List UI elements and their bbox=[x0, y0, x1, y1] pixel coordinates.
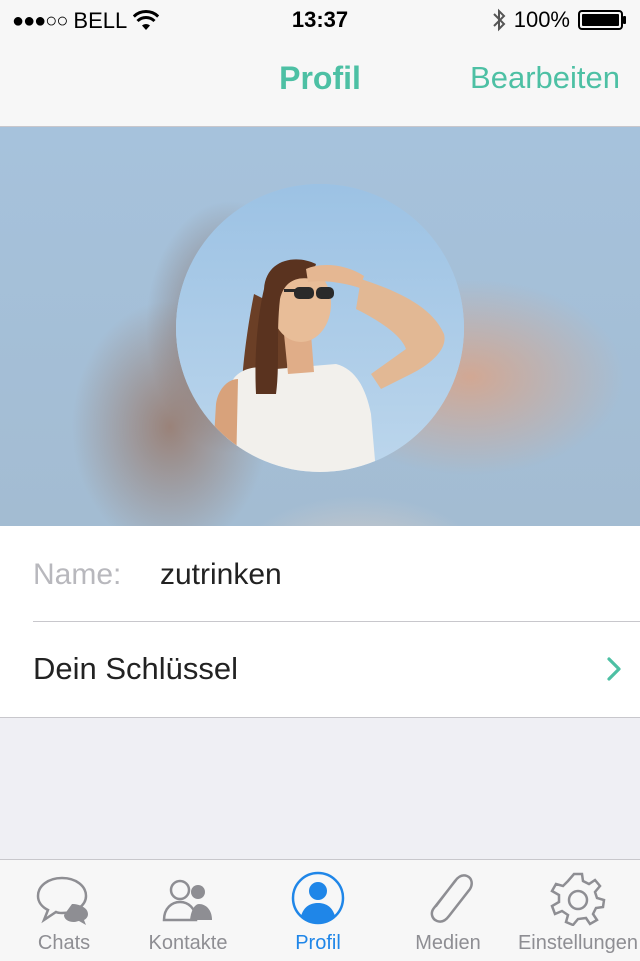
battery-percentage: 100% bbox=[513, 7, 570, 32]
tab-contacts[interactable]: Kontakte bbox=[124, 860, 252, 961]
edit-button[interactable]: Bearbeiten bbox=[470, 60, 620, 96]
profile-header-background bbox=[0, 127, 640, 526]
profile-info-list: Name: zutrinken Dein Schlüssel bbox=[0, 526, 640, 718]
name-label: Name: bbox=[33, 558, 122, 591]
tab-label-profile: Profil bbox=[295, 932, 341, 954]
navigation-bar: Profil Bearbeiten bbox=[0, 40, 640, 127]
tab-label-media: Medien bbox=[415, 932, 481, 954]
chevron-right-icon bbox=[607, 657, 621, 681]
profile-icon bbox=[291, 871, 345, 925]
your-key-row[interactable]: Dein Schlüssel bbox=[0, 622, 640, 717]
tab-media[interactable]: Medien bbox=[384, 860, 512, 961]
paperclip-icon bbox=[430, 874, 473, 923]
tab-label-settings: Einstellungen bbox=[517, 932, 639, 954]
avatar-photo bbox=[176, 184, 464, 472]
bluetooth-icon bbox=[493, 8, 506, 32]
tab-bar: Chats Kontakte Profil Medien Einstellung… bbox=[0, 859, 640, 961]
contacts-icon bbox=[162, 879, 212, 922]
name-value: zutrinken bbox=[160, 558, 282, 591]
tab-label-contacts: Kontakte bbox=[148, 932, 228, 954]
your-key-label: Dein Schlüssel bbox=[33, 651, 239, 686]
chat-bubbles-icon bbox=[36, 876, 88, 925]
battery-icon bbox=[578, 10, 626, 30]
name-row[interactable]: Name: zutrinken bbox=[0, 526, 640, 621]
tab-profile[interactable]: Profil bbox=[254, 860, 382, 961]
tab-label-chats: Chats bbox=[37, 932, 91, 954]
avatar[interactable] bbox=[176, 184, 464, 472]
status-right: 100% bbox=[492, 7, 628, 33]
tab-chats[interactable]: Chats bbox=[0, 860, 128, 961]
tab-settings[interactable]: Einstellungen bbox=[514, 860, 640, 961]
gear-icon bbox=[550, 872, 606, 926]
status-bar: ●●●○○ BELL 13:37 100% bbox=[0, 0, 640, 40]
